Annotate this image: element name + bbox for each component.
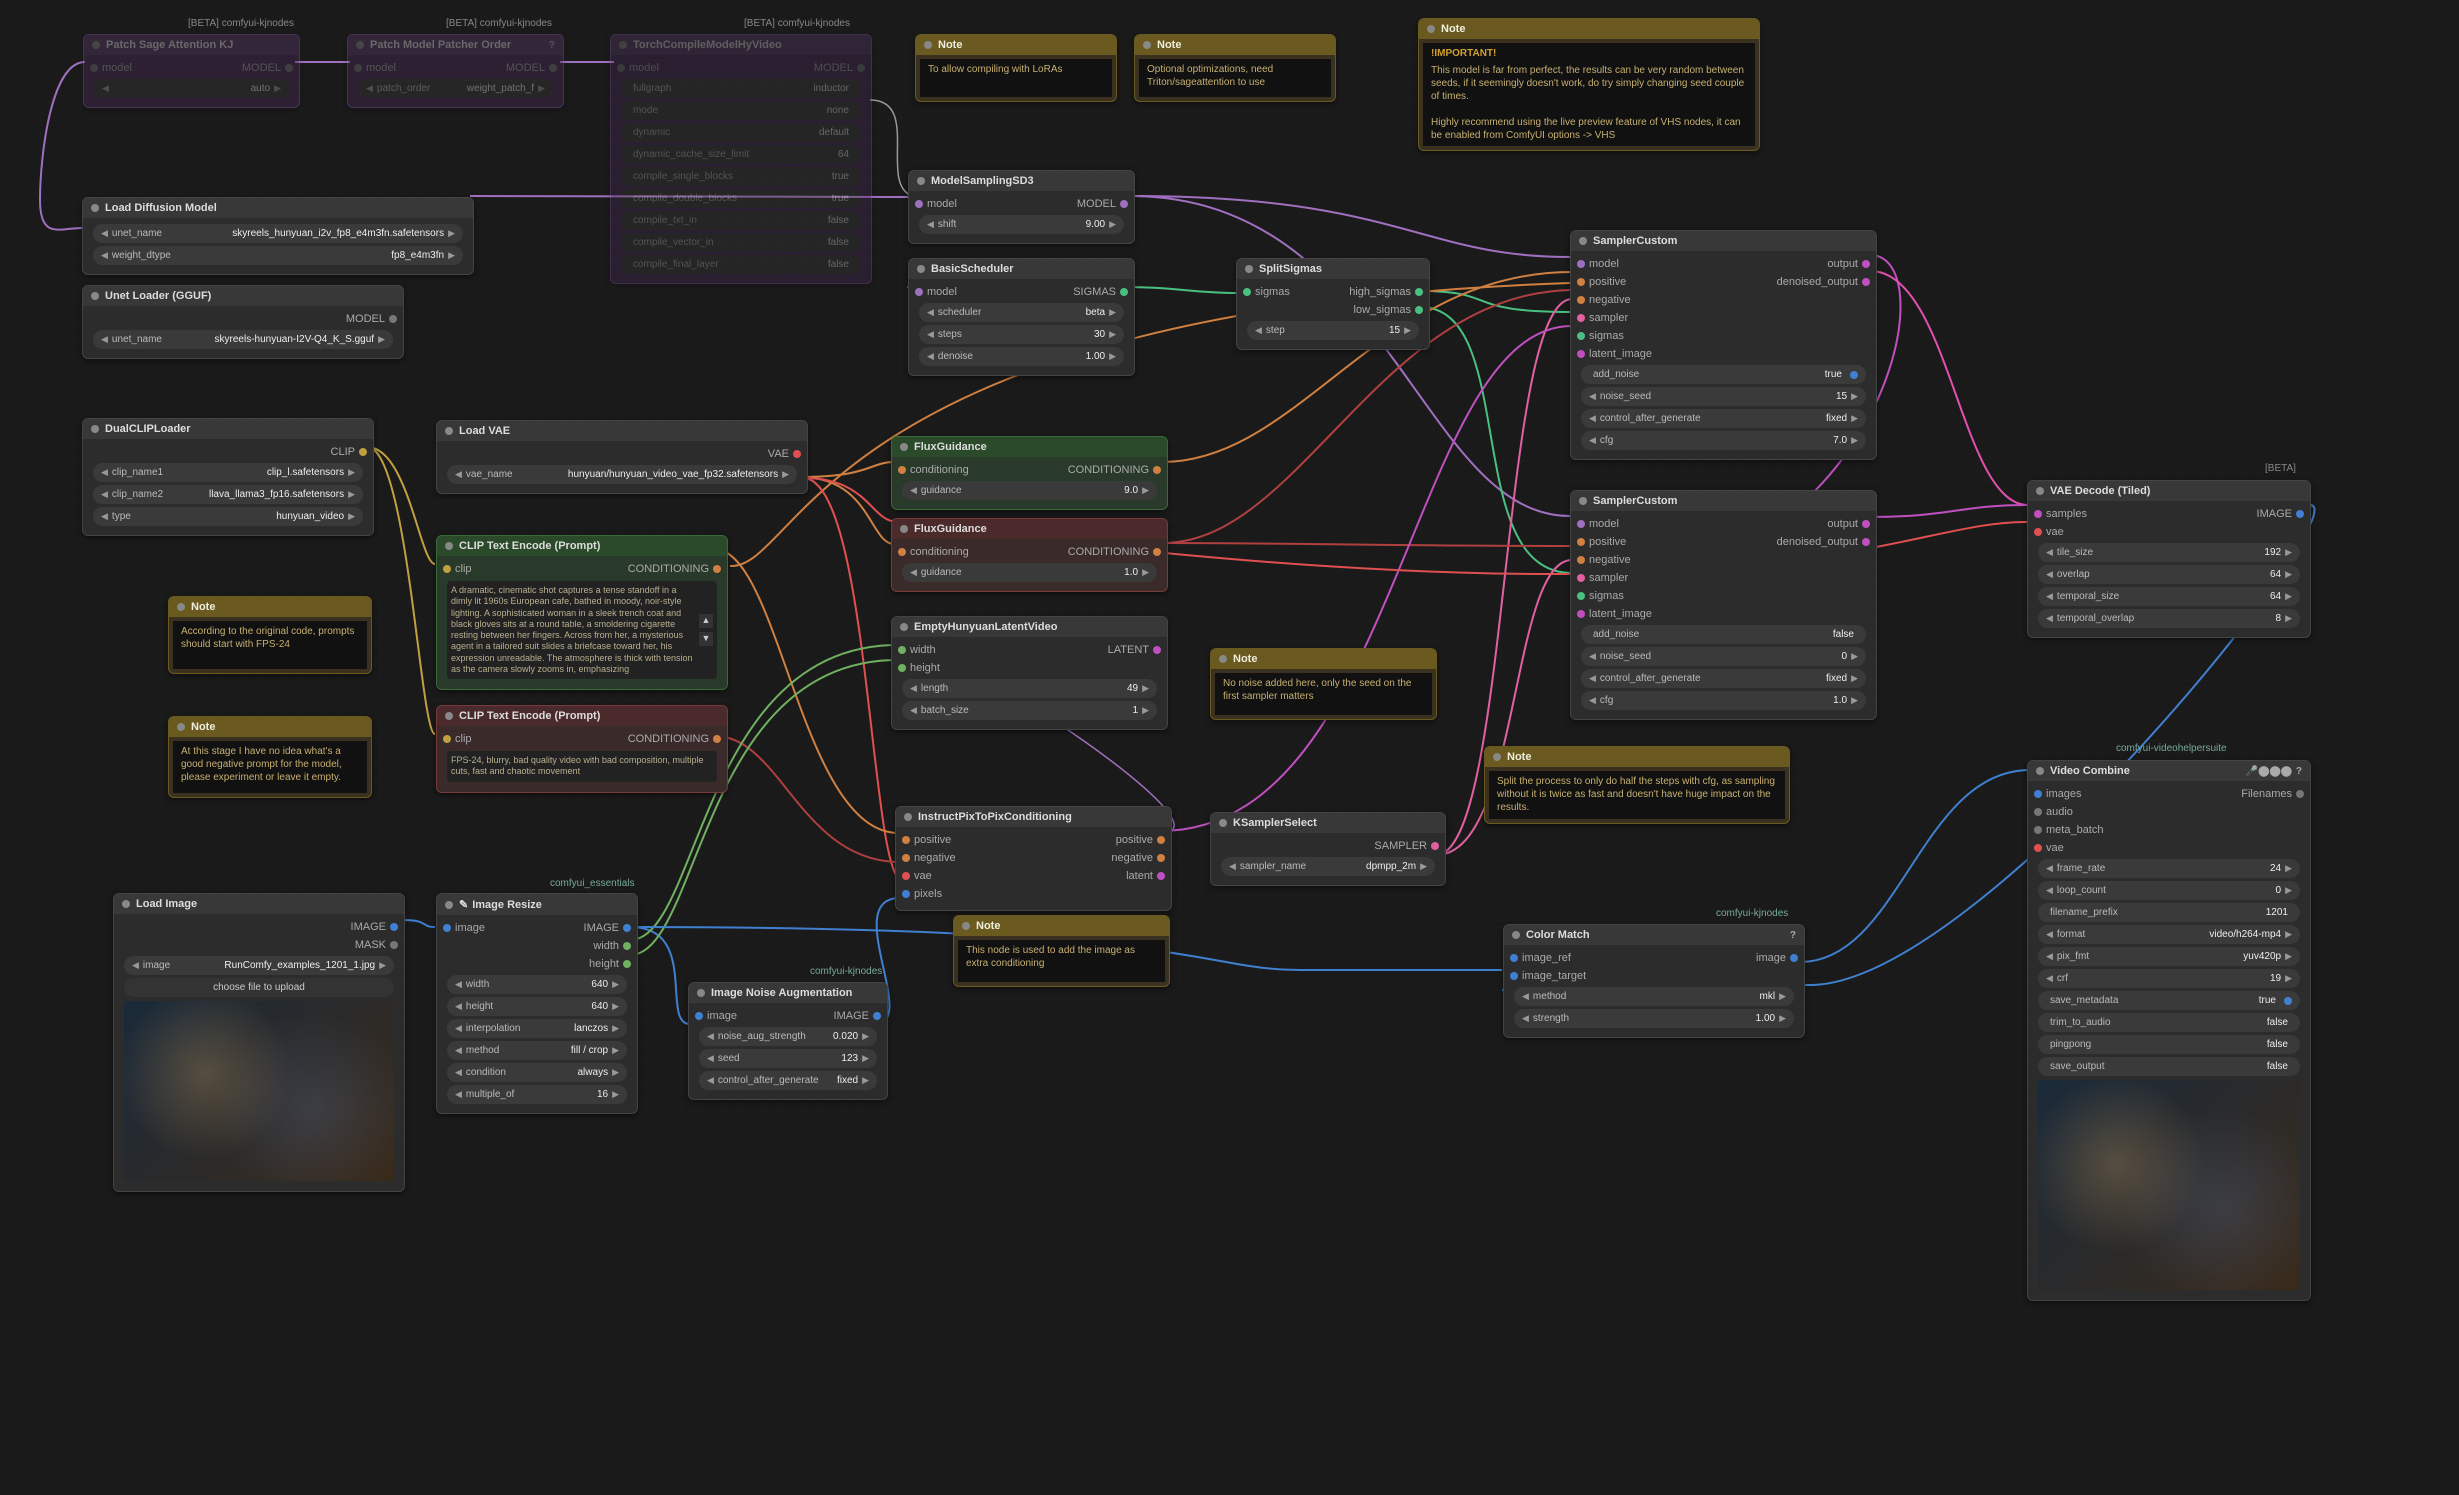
node-note-extra[interactable]: Note This node is used to add the image … [953,915,1170,987]
node-flux-guidance-1[interactable]: FluxGuidance conditioningCONDITIONING ◀g… [891,436,1168,510]
up-arrow-icon[interactable]: ▲ [699,614,713,628]
node-model-sampling[interactable]: ModelSamplingSD3 modelMODEL ◀shift9.00▶ [908,170,1135,244]
node-patch-sage[interactable]: Patch Sage Attention KJ modelMODEL ◀auto… [83,34,300,108]
node-vae-decode[interactable]: VAE Decode (Tiled) samplesIMAGE vae ◀til… [2027,480,2311,638]
node-instruct-pix2pix[interactable]: InstructPixToPixConditioning positivepos… [895,806,1172,911]
node-image-resize[interactable]: ✎ Image Resize imageIMAGE width height ◀… [436,893,638,1114]
node-note-noise[interactable]: Note No noise added here, only the seed … [1210,648,1437,720]
node-ksampler-select[interactable]: KSamplerSelect SAMPLER ◀sampler_namedpmp… [1210,812,1446,886]
node-dual-clip[interactable]: DualCLIPLoader CLIP ◀clip_name1clip_l.sa… [82,418,374,536]
node-note-important[interactable]: Note !IMPORTANT! This model is far from … [1418,18,1760,151]
node-note-triton[interactable]: Note Optional optimizations, need Triton… [1134,34,1336,102]
beta-badge: [BETA] comfyui-kjnodes [744,18,850,29]
node-patch-model[interactable]: Patch Model Patcher Order? modelMODEL ◀p… [347,34,564,108]
node-note-neg[interactable]: Note At this stage I have no idea what's… [168,716,372,798]
node-load-image[interactable]: Load Image IMAGE MASK ◀imageRunComfy_exa… [113,893,405,1192]
node-torch-compile[interactable]: TorchCompileModelHyVideo modelMODEL full… [610,34,872,284]
node-flux-guidance-2[interactable]: FluxGuidance conditioningCONDITIONING ◀g… [891,518,1168,592]
prompt-textarea[interactable]: FPS-24, blurry, bad quality video with b… [447,751,717,782]
essentials-badge: comfyui_essentials [550,878,634,889]
node-load-diffusion[interactable]: Load Diffusion Model ◀unet_nameskyreels_… [82,197,474,275]
node-basic-scheduler[interactable]: BasicScheduler modelSIGMAS ◀schedulerbet… [908,258,1135,376]
beta-badge: [BETA] comfyui-kjnodes [188,18,294,29]
image-preview [124,1001,394,1181]
node-sampler-custom-2[interactable]: SamplerCustom modeloutput positivedenois… [1570,490,1877,720]
down-arrow-icon[interactable]: ▼ [699,632,713,646]
node-image-noise-aug[interactable]: Image Noise Augmentation imageIMAGE ◀noi… [688,982,888,1100]
kjnodes-badge: comfyui-kjnodes [1716,908,1788,919]
kjnodes-badge: comfyui-kjnodes [810,966,882,977]
node-note-lora[interactable]: Note To allow compiling with LoRAs [915,34,1117,102]
prompt-textarea[interactable]: A dramatic, cinematic shot captures a te… [447,581,717,679]
node-sampler-custom-1[interactable]: SamplerCustom modeloutput positivedenois… [1570,230,1877,460]
choose-file-button[interactable]: choose file to upload [124,978,394,997]
node-note-split[interactable]: Note Split the process to only do half t… [1484,746,1790,824]
video-preview [2038,1080,2300,1290]
node-split-sigmas[interactable]: SplitSigmas sigmashigh_sigmas low_sigmas… [1236,258,1430,350]
vhs-badge: comfyui-videohelpersuite [2116,743,2227,754]
beta-badge: [BETA] [2265,463,2296,474]
node-load-vae[interactable]: Load VAE VAE ◀vae_namehunyuan/hunyuan_vi… [436,420,808,494]
node-clip-pos[interactable]: CLIP Text Encode (Prompt) clipCONDITIONI… [436,535,728,690]
node-empty-latent[interactable]: EmptyHunyuanLatentVideo widthLATENT heig… [891,616,1168,730]
node-note-fps[interactable]: Note According to the original code, pro… [168,596,372,674]
node-video-combine[interactable]: Video Combine🎤⬤⬤⬤? imagesFilenames audio… [2027,760,2311,1301]
node-color-match[interactable]: Color Match? image_refimage image_target… [1503,924,1805,1038]
node-clip-neg[interactable]: CLIP Text Encode (Prompt) clipCONDITIONI… [436,705,728,793]
node-unet-loader[interactable]: Unet Loader (GGUF) MODEL ◀unet_nameskyre… [82,285,404,359]
beta-badge: [BETA] comfyui-kjnodes [446,18,552,29]
